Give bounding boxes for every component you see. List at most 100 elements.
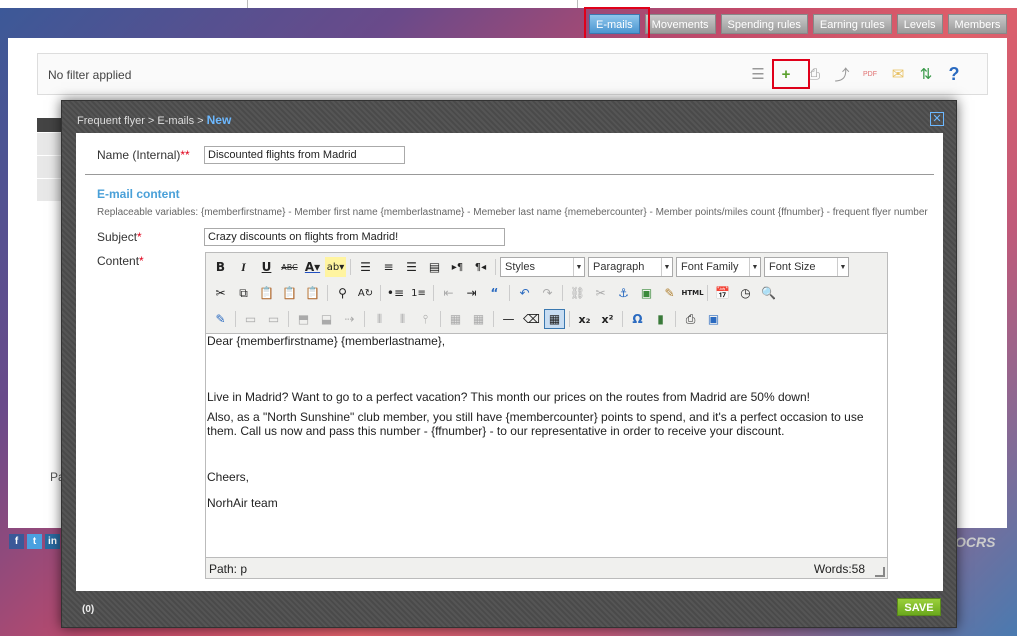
italic-icon[interactable]: I xyxy=(233,257,254,277)
insert-col-before-icon[interactable]: ⫴ xyxy=(369,309,390,329)
tab-levels[interactable]: Levels xyxy=(896,14,943,34)
merge-cells-icon[interactable]: ▦ xyxy=(468,309,489,329)
content-paragraph: Cheers, xyxy=(207,470,250,484)
cell-props-icon[interactable]: ▭ xyxy=(263,309,284,329)
name-label-text: Name (Internal) xyxy=(97,148,181,162)
align-left-icon[interactable]: ☰ xyxy=(355,257,376,277)
print-icon[interactable]: ⎙ xyxy=(804,64,824,84)
row-props-icon[interactable]: ▭ xyxy=(240,309,261,329)
chevron-down-icon: ▼ xyxy=(837,258,848,276)
print-editor-icon[interactable]: ⎙ xyxy=(680,309,701,329)
tab-movements[interactable]: Movements xyxy=(644,14,716,34)
styles-select-value: Styles xyxy=(505,261,535,273)
underline-icon[interactable]: U xyxy=(256,257,277,277)
tab-members[interactable]: Members xyxy=(947,14,1008,34)
media-icon[interactable]: ▮ xyxy=(650,309,671,329)
insert-date-icon[interactable]: 📅 xyxy=(712,283,733,303)
outdent-icon[interactable]: ⇤ xyxy=(438,283,459,303)
required-marker: ** xyxy=(180,148,190,162)
bold-icon[interactable]: B xyxy=(210,257,231,277)
delete-row-icon[interactable]: ⇢ xyxy=(339,309,360,329)
special-char-icon[interactable]: Ω xyxy=(627,309,648,329)
tab-emails[interactable]: E-mails xyxy=(589,14,640,34)
rtl-icon[interactable]: ¶◂ xyxy=(470,257,491,277)
close-icon[interactable]: ✕ xyxy=(930,112,944,126)
insert-row-before-icon[interactable]: ⬒ xyxy=(293,309,314,329)
toolbar-separator xyxy=(562,285,563,301)
preview-icon[interactable]: 🔍 xyxy=(758,283,779,303)
facebook-icon[interactable]: f xyxy=(9,534,24,549)
highlight-color-icon[interactable]: ab▾ xyxy=(325,257,346,277)
numbered-list-icon[interactable]: 1≡ xyxy=(408,283,429,303)
paragraph-select-value: Paragraph xyxy=(593,261,645,273)
undo-icon[interactable]: ↶ xyxy=(514,283,535,303)
cut-icon[interactable]: ✂ xyxy=(210,283,231,303)
fullscreen-icon[interactable]: ▣ xyxy=(703,309,724,329)
resize-handle[interactable] xyxy=(875,567,885,577)
name-label: Name (Internal)** xyxy=(97,148,190,162)
paste-word-icon[interactable]: 📋 xyxy=(302,283,323,303)
pdf-icon[interactable]: PDF xyxy=(860,64,880,84)
replace-icon[interactable]: A↻ xyxy=(355,283,376,303)
insert-row-after-icon[interactable]: ⬓ xyxy=(316,309,337,329)
insert-time-icon[interactable]: ◷ xyxy=(735,283,756,303)
visual-aid-icon[interactable]: ▦ xyxy=(544,309,565,329)
delete-col-icon[interactable]: ⫯ xyxy=(415,309,436,329)
toolbar-separator xyxy=(288,311,289,327)
blockquote-icon[interactable]: “ xyxy=(484,283,505,303)
remove-format-icon[interactable]: ⌫ xyxy=(521,309,542,329)
ltr-icon[interactable]: ▸¶ xyxy=(447,257,468,277)
help-icon[interactable]: ? xyxy=(944,64,964,84)
email-icon[interactable]: ✉ xyxy=(888,64,908,84)
tab-earning-rules[interactable]: Earning rules xyxy=(812,14,892,34)
html-icon[interactable]: HTML xyxy=(681,283,703,303)
horizontal-rule-icon[interactable]: — xyxy=(498,309,519,329)
name-input[interactable]: Discounted flights from Madrid xyxy=(204,146,405,164)
tab-spending-rules[interactable]: Spending rules xyxy=(720,14,808,34)
align-right-icon[interactable]: ☰ xyxy=(401,257,422,277)
link-icon[interactable]: ⛓ xyxy=(567,283,588,303)
refresh-icon[interactable]: ⇅ xyxy=(916,64,936,84)
copy-icon[interactable]: ⧉ xyxy=(233,283,254,303)
export-icon[interactable]: ⤴ xyxy=(832,64,852,84)
paste-text-icon[interactable]: 📋 xyxy=(279,283,300,303)
twitter-icon[interactable]: t xyxy=(27,534,42,549)
align-center-icon[interactable]: ≡ xyxy=(378,257,399,277)
search-list-icon[interactable]: ☰ xyxy=(748,64,768,84)
styles-select[interactable]: Styles ▼ xyxy=(500,257,585,277)
split-cells-icon[interactable]: ▦ xyxy=(445,309,466,329)
subject-input[interactable]: Crazy discounts on flights from Madrid! xyxy=(204,228,505,246)
image-icon[interactable]: ▣ xyxy=(636,283,657,303)
add-new-icon[interactable]: + xyxy=(776,64,796,84)
superscript-icon[interactable]: x² xyxy=(597,309,618,329)
dialog-body: Name (Internal)** Discounted flights fro… xyxy=(76,133,943,591)
toolbar-separator xyxy=(675,311,676,327)
unlink-icon[interactable]: ✂ xyxy=(590,283,611,303)
indent-icon[interactable]: ⇥ xyxy=(461,283,482,303)
insert-col-after-icon[interactable]: ⫴ xyxy=(392,309,413,329)
list-toolbar: ☰ + ⎙ ⤴ PDF ✉ ⇅ ? xyxy=(748,64,964,84)
redo-icon[interactable]: ↷ xyxy=(537,283,558,303)
text-color-icon[interactable]: A▾ xyxy=(302,257,323,277)
align-justify-icon[interactable]: ▤ xyxy=(424,257,445,277)
find-icon[interactable]: ⚲ xyxy=(332,283,353,303)
linkedin-icon[interactable]: in xyxy=(45,534,60,549)
toolbar-separator xyxy=(440,311,441,327)
anchor-icon[interactable]: ⚓ xyxy=(613,283,634,303)
save-button[interactable]: SAVE xyxy=(897,598,941,616)
chevron-down-icon: ▼ xyxy=(573,258,584,276)
paste-icon[interactable]: 📋 xyxy=(256,283,277,303)
toolbar-separator xyxy=(493,311,494,327)
breadcrumb-path: Frequent flyer > E-mails > xyxy=(77,115,207,127)
edit-table-icon[interactable]: ✎ xyxy=(210,309,231,329)
strikethrough-icon[interactable]: ABC xyxy=(279,257,300,277)
cleanup-icon[interactable]: ✎ xyxy=(659,283,680,303)
paragraph-select[interactable]: Paragraph ▼ xyxy=(588,257,673,277)
editor-content[interactable]: Dear {memberfirstname} {memberlastname},… xyxy=(206,333,887,558)
toolbar-separator xyxy=(433,285,434,301)
font-size-select[interactable]: Font Size ▼ xyxy=(764,257,849,277)
font-family-select[interactable]: Font Family ▼ xyxy=(676,257,761,277)
bullet-list-icon[interactable]: •≡ xyxy=(385,283,406,303)
subscript-icon[interactable]: x₂ xyxy=(574,309,595,329)
required-marker: * xyxy=(137,230,142,244)
